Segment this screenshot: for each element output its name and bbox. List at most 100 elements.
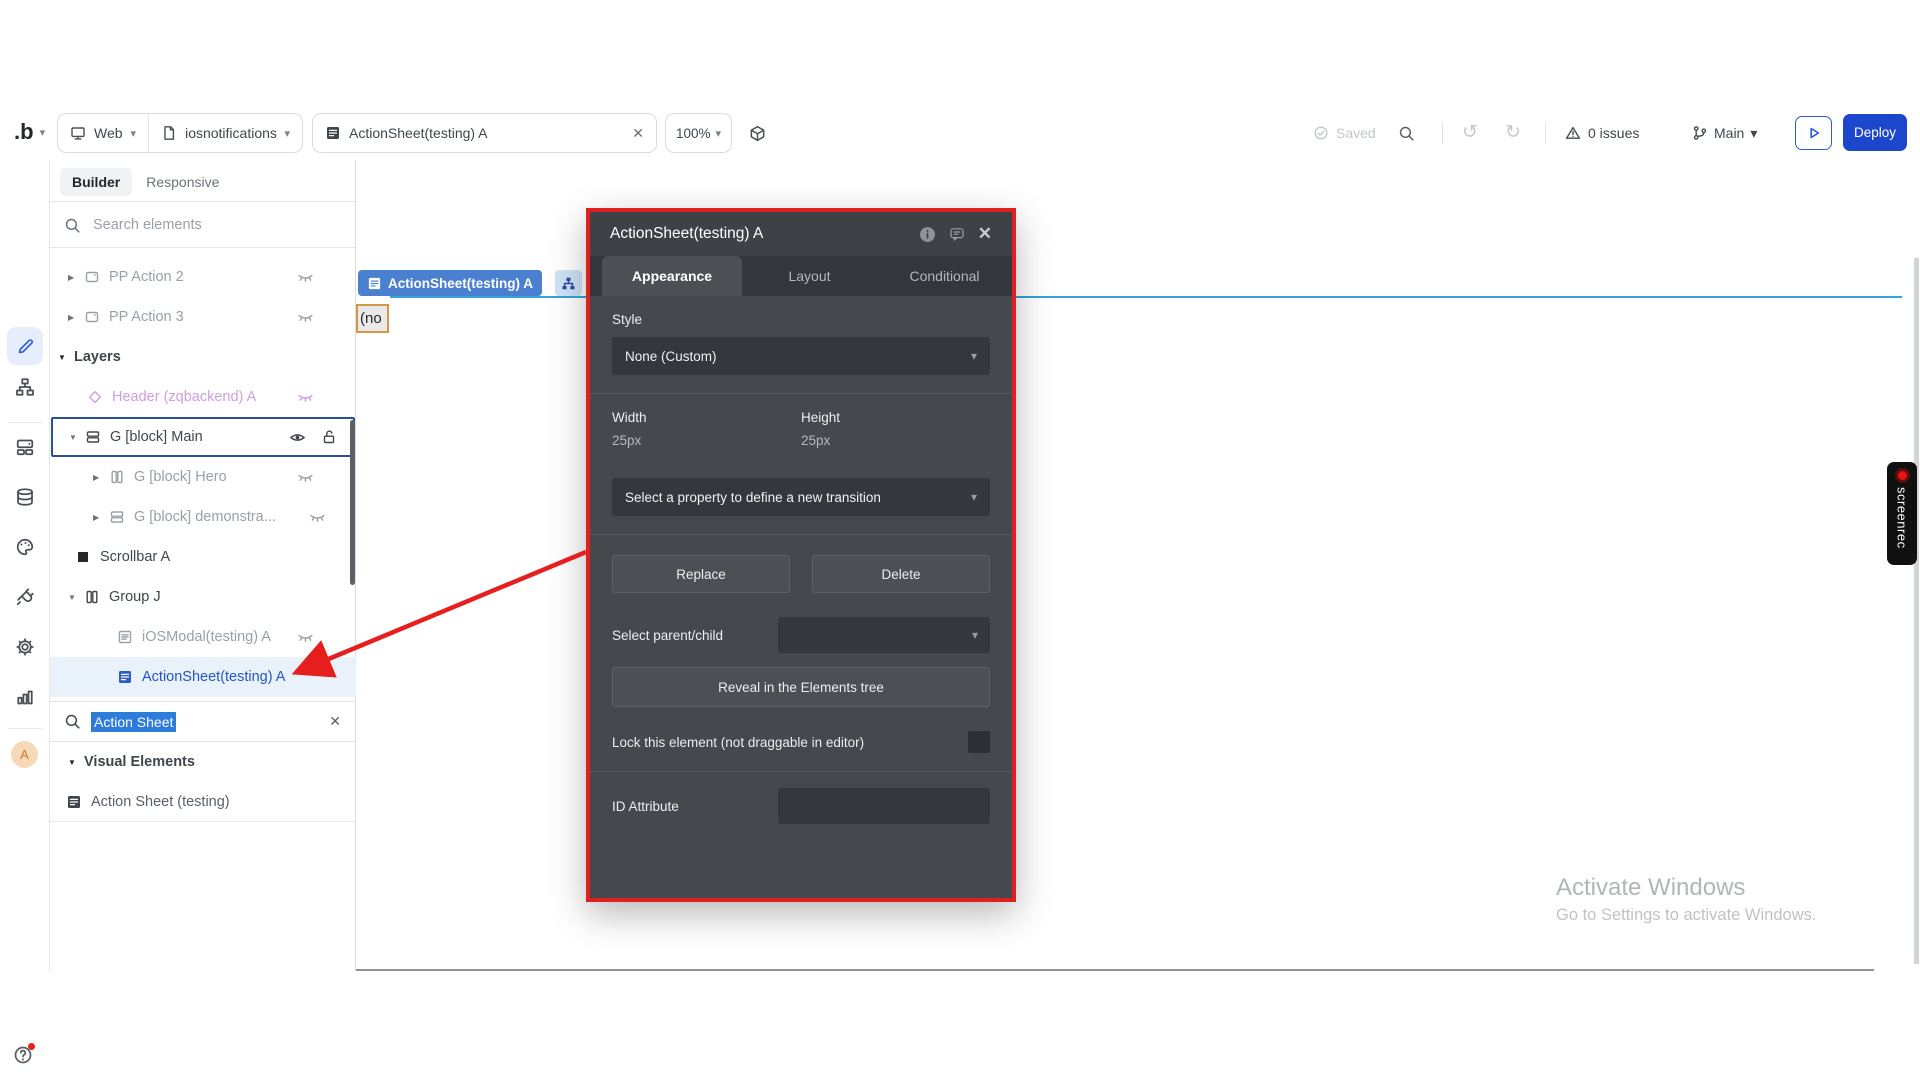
page-selector-label[interactable]: iosnotifications	[185, 125, 277, 141]
chevron-down-icon[interactable]: ▾	[131, 127, 137, 140]
reveal-in-tree-button[interactable]	[555, 270, 582, 296]
logs-chart-icon[interactable]	[15, 687, 35, 707]
database-icon[interactable]	[15, 487, 35, 507]
styles-palette-icon[interactable]	[15, 537, 35, 557]
design-tab-active[interactable]	[7, 327, 43, 365]
cube-icon[interactable]	[749, 125, 766, 142]
collapse-icon[interactable]: ▼	[58, 353, 74, 362]
collapse-icon[interactable]: ▼	[68, 593, 84, 602]
page-bottom-edge	[356, 969, 1874, 971]
zoom-selector[interactable]: 100% ▾	[665, 113, 732, 153]
close-icon[interactable]: ✕	[329, 713, 341, 730]
close-icon[interactable]: ✕	[632, 125, 644, 142]
visual-elements-header[interactable]: ▼ Visual Elements	[50, 742, 355, 782]
bubble-logo: .b	[14, 119, 34, 145]
tree-label: Group J	[109, 589, 161, 605]
divider	[148, 114, 149, 152]
tree-row-layers[interactable]: ▼ Layers	[50, 337, 356, 377]
tree-row-g-block-hero[interactable]: ▶ G [block] Hero	[50, 457, 356, 497]
selected-element-tag[interactable]: ActionSheet(testing) A	[358, 270, 542, 296]
eye-closed-icon[interactable]	[297, 469, 314, 486]
tree-row-pp-action-3[interactable]: ▶ PP Action 3	[50, 297, 356, 337]
comment-icon[interactable]	[949, 226, 965, 242]
app-logo-menu[interactable]: .b ▾	[14, 119, 45, 145]
reveal-elements-tree-button[interactable]: Reveal in the Elements tree	[612, 667, 990, 707]
parent-child-label: Select parent/child	[612, 628, 723, 643]
panel-scrollbar-thumb[interactable]	[350, 420, 355, 585]
branch-label: Main	[1714, 125, 1744, 141]
recorder-label: screenrec	[1895, 487, 1910, 549]
tree-row-header-zqbackend[interactable]: Header (zqbackend) A	[50, 377, 356, 417]
deploy-button[interactable]: Deploy	[1843, 114, 1907, 151]
actionsheet-element-icon	[117, 669, 133, 685]
eye-closed-icon[interactable]	[297, 389, 314, 406]
divider	[590, 534, 1012, 535]
chevron-down-icon[interactable]: ▾	[284, 127, 290, 140]
search-value-selected[interactable]: Action Sheet	[91, 712, 176, 732]
tab-layout[interactable]: Layout	[742, 256, 877, 296]
expand-icon[interactable]: ▶	[68, 313, 84, 322]
tab-builder[interactable]: Builder	[60, 168, 132, 196]
collapse-icon: ▼	[68, 758, 84, 767]
eye-open-icon[interactable]	[289, 429, 306, 446]
transition-dropdown[interactable]: Select a property to define a new transi…	[612, 478, 990, 516]
eye-closed-icon[interactable]	[297, 629, 314, 646]
actionsheet-canvas-element[interactable]: (no	[356, 304, 389, 333]
tree-row-actionsheet-selected[interactable]: ActionSheet(testing) A	[50, 657, 356, 697]
eye-closed-icon[interactable]	[297, 309, 314, 326]
delete-button[interactable]: Delete	[812, 555, 990, 593]
branch-selector[interactable]: Main ▾	[1692, 113, 1757, 153]
parent-child-dropdown[interactable]: ▾	[778, 617, 990, 653]
screen-recorder-badge[interactable]: screenrec	[1887, 462, 1917, 565]
height-label: Height	[801, 410, 990, 425]
tab-appearance[interactable]: Appearance	[602, 256, 742, 296]
device-selector-label[interactable]: Web	[94, 125, 123, 141]
tab-conditional[interactable]: Conditional	[877, 256, 1012, 296]
elements-search[interactable]	[50, 203, 355, 248]
plugins-plug-icon[interactable]	[15, 587, 35, 607]
expand-icon[interactable]: ▶	[93, 473, 109, 482]
expand-icon[interactable]: ▶	[93, 513, 109, 522]
tree-row-g-block-demonstra[interactable]: ▶ G [block] demonstra...	[50, 497, 356, 537]
eye-closed-icon[interactable]	[297, 269, 314, 286]
lock-checkbox[interactable]	[968, 731, 990, 753]
tree-label: Scrollbar A	[100, 549, 170, 565]
unlock-icon[interactable]	[321, 429, 337, 446]
eye-closed-icon[interactable]	[309, 509, 326, 526]
tree-row-pp-action-2[interactable]: ▶ PP Action 2	[50, 257, 356, 297]
search-icon[interactable]	[1398, 125, 1415, 142]
style-dropdown[interactable]: None (Custom) ▾	[612, 337, 990, 375]
tree-row-scrollbar-a[interactable]: Scrollbar A	[50, 537, 356, 577]
settings-gear-icon[interactable]	[15, 637, 35, 657]
canvas-scrollbar[interactable]	[1914, 258, 1919, 964]
user-avatar[interactable]: A	[11, 741, 38, 768]
replace-button[interactable]: Replace	[612, 555, 790, 593]
element-result-action-sheet[interactable]: Action Sheet (testing)	[50, 782, 355, 822]
expand-icon[interactable]: ▶	[68, 273, 84, 282]
preview-button[interactable]	[1795, 116, 1832, 150]
tree-row-group-j[interactable]: ▼ Group J	[50, 577, 356, 617]
close-icon[interactable]: ✕	[978, 224, 992, 244]
tree-row-g-block-main-selected[interactable]: ▼ G [block] Main	[51, 417, 355, 457]
info-icon[interactable]	[919, 226, 936, 243]
block-rows-icon	[109, 509, 125, 525]
chevron-down-icon: ▾	[972, 628, 978, 642]
undo-icon[interactable]: ↺	[1462, 121, 1478, 144]
actionsheet-element-icon	[325, 125, 341, 141]
search-input[interactable]	[91, 216, 295, 234]
collapse-icon[interactable]: ▼	[69, 433, 85, 442]
tree-row-iosmodal[interactable]: iOSModal(testing) A	[50, 617, 356, 657]
issues-label: 0 issues	[1588, 125, 1639, 141]
help-icon[interactable]	[13, 1045, 33, 1065]
components-icon[interactable]	[15, 437, 35, 457]
property-editor-header[interactable]: ActionSheet(testing) A ✕	[590, 212, 1012, 256]
tab-responsive[interactable]: Responsive	[146, 174, 219, 190]
open-element-tab[interactable]: ActionSheet(testing) A ✕	[312, 113, 657, 153]
redo-icon[interactable]: ↻	[1505, 121, 1521, 144]
element-type-search[interactable]: Action Sheet ✕	[50, 701, 355, 742]
id-attribute-input[interactable]	[778, 788, 990, 824]
issues-indicator[interactable]: 0 issues	[1565, 113, 1639, 153]
square-filled-icon	[75, 549, 91, 565]
workflow-icon[interactable]	[15, 377, 35, 397]
width-label: Width	[612, 410, 801, 425]
